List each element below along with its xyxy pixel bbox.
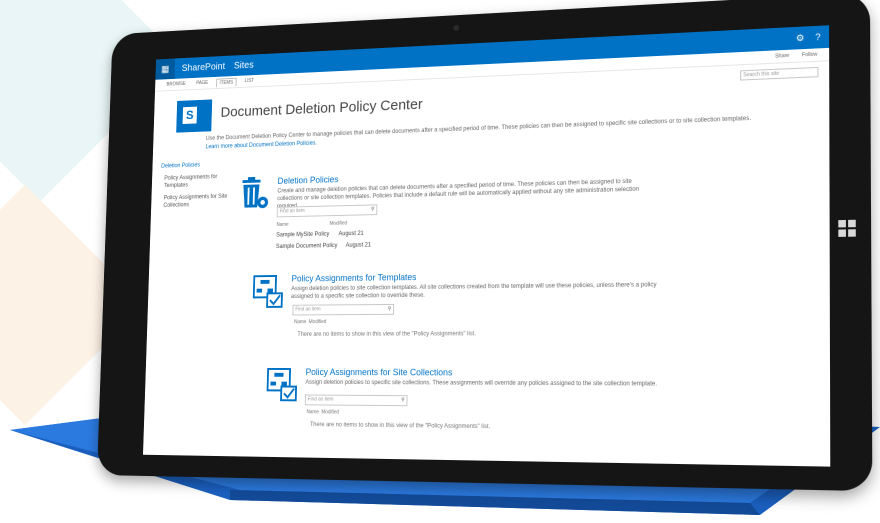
learn-more-link[interactable]: Learn more about Document Deletion Polic… — [205, 141, 317, 151]
site-collections-description: Assign deletion policies to specific sit… — [305, 379, 658, 388]
intro-text: Use the Document Deletion Policy Center … — [205, 115, 752, 142]
site-collections-empty-message: There are no items to show in this view … — [309, 422, 491, 431]
templates-search[interactable]: Find an item ⚲ — [292, 303, 395, 316]
template-assign-icon — [253, 274, 285, 309]
nav-item-templates[interactable]: Policy Assignments for Templates — [160, 173, 240, 190]
column-modified[interactable]: Modified — [309, 319, 327, 325]
column-modified[interactable]: Modified — [321, 409, 339, 415]
tab-list[interactable]: LIST — [242, 77, 257, 85]
gear-icon[interactable]: ⚙ — [796, 32, 805, 44]
camera-dot — [453, 24, 460, 31]
find-placeholder: Find an item — [279, 208, 305, 215]
deletion-policies-search[interactable]: Find an item ⚲ — [276, 204, 378, 218]
recycle-bin-icon — [242, 176, 269, 209]
search-icon[interactable]: ⚲ — [371, 205, 375, 214]
help-icon[interactable]: ? — [815, 31, 820, 43]
templates-empty-message: There are no items to show in this view … — [297, 331, 476, 338]
share-button[interactable]: Share — [772, 52, 792, 61]
site-search-input[interactable]: Search this site — [740, 66, 819, 81]
search-icon[interactable]: ⚲ — [388, 305, 392, 314]
column-name[interactable]: Name — [306, 409, 319, 415]
tab-page[interactable]: PAGE — [194, 79, 211, 87]
sharepoint-screen: ▦ SharePoint Sites ⚙ ? BROWSE PAGE ITEMS… — [142, 25, 831, 467]
row-name[interactable]: Sample Document Policy — [276, 243, 338, 250]
row-modified: August 21 — [345, 242, 371, 249]
site-collection-assign-icon — [266, 367, 298, 402]
left-navigation: Deletion Policies Policy Assignments for… — [160, 160, 241, 214]
column-name[interactable]: Name — [294, 319, 306, 325]
column-name[interactable]: Name — [276, 222, 288, 228]
nav-item-site-collections[interactable]: Policy Assignments for Site Collections — [160, 193, 240, 210]
site-collections-title[interactable]: Policy Assignments for Site Collections — [306, 367, 453, 377]
follow-button[interactable]: Follow — [799, 50, 821, 59]
nav-item-deletion-policies[interactable]: Deletion Policies — [161, 160, 240, 170]
templates-description: Assign deletion policies to site collect… — [290, 282, 657, 300]
search-icon[interactable]: ⚲ — [401, 396, 405, 405]
windows-logo-icon[interactable] — [838, 219, 856, 237]
row-name[interactable]: Sample MySite Policy — [276, 232, 329, 239]
app-launcher-icon[interactable]: ▦ — [155, 58, 176, 80]
tab-items[interactable]: ITEMS — [215, 77, 237, 87]
sharepoint-logo: S — [176, 99, 213, 133]
deletion-policies-title[interactable]: Deletion Policies — [278, 174, 339, 185]
find-placeholder: Find an item — [307, 396, 334, 403]
surface-tablet: ▦ SharePoint Sites ⚙ ? BROWSE PAGE ITEMS… — [96, 0, 873, 492]
tab-browse[interactable]: BROWSE — [164, 80, 189, 89]
sites-link[interactable]: Sites — [234, 60, 254, 71]
column-modified[interactable]: Modified — [329, 221, 347, 227]
page-intro: Use the Document Deletion Policy Center … — [205, 115, 754, 152]
app-name[interactable]: SharePoint — [182, 61, 226, 73]
page-title: Document Deletion Policy Center — [220, 96, 423, 121]
row-modified: August 21 — [338, 230, 364, 238]
site-collections-search[interactable]: Find an item ⚲ — [304, 394, 408, 407]
find-placeholder: Find an item — [295, 306, 321, 313]
templates-title[interactable]: Policy Assignments for Templates — [291, 272, 416, 283]
